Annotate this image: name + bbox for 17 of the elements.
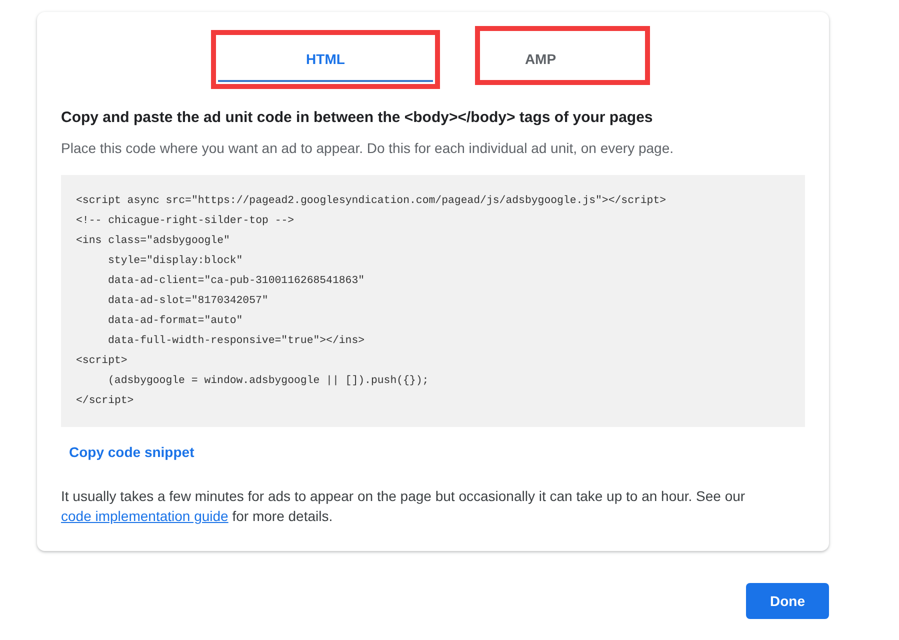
code-line: <!-- chicague-right-silder-top -->	[76, 214, 294, 229]
code-line: <script async src="https://pagead2.googlesyndication.com/pagead/js/adsbygoogle.js"></script>	[76, 194, 666, 209]
code-line: <ins class="adsbygoogle"	[76, 234, 230, 249]
copy-snippet-button[interactable]: Copy code snippet	[61, 434, 202, 470]
code-line: data-ad-client="ca-pub-3100116268541863"	[108, 274, 365, 289]
code-line: <script>	[76, 354, 128, 369]
footnote-text: It usually takes a few minutes for ads to appear on the page but occasionally it can take up to an hour. See our code implementation guide for more details.	[61, 487, 746, 526]
instruction-text: Place this code where you want an ad to appear. Do this for each individual ad unit, on every page.	[61, 139, 674, 158]
guide-link[interactable]: code implementation guide	[61, 508, 228, 524]
code-line: data-ad-slot="8170342057"	[108, 294, 268, 309]
code-line: data-ad-format="auto"	[108, 314, 243, 329]
code-line: </script>	[76, 394, 134, 409]
code-line: data-full-width-responsive="true"></ins>	[108, 334, 365, 349]
code-line: style="display:block"	[108, 254, 243, 269]
done-button[interactable]: Done	[746, 583, 829, 619]
code-line: (adsbygoogle = window.adsbygoogle || []).push({});	[108, 374, 429, 389]
instruction-heading: Copy and paste the ad unit code in between the <body></body> tags of your pages	[61, 108, 654, 128]
